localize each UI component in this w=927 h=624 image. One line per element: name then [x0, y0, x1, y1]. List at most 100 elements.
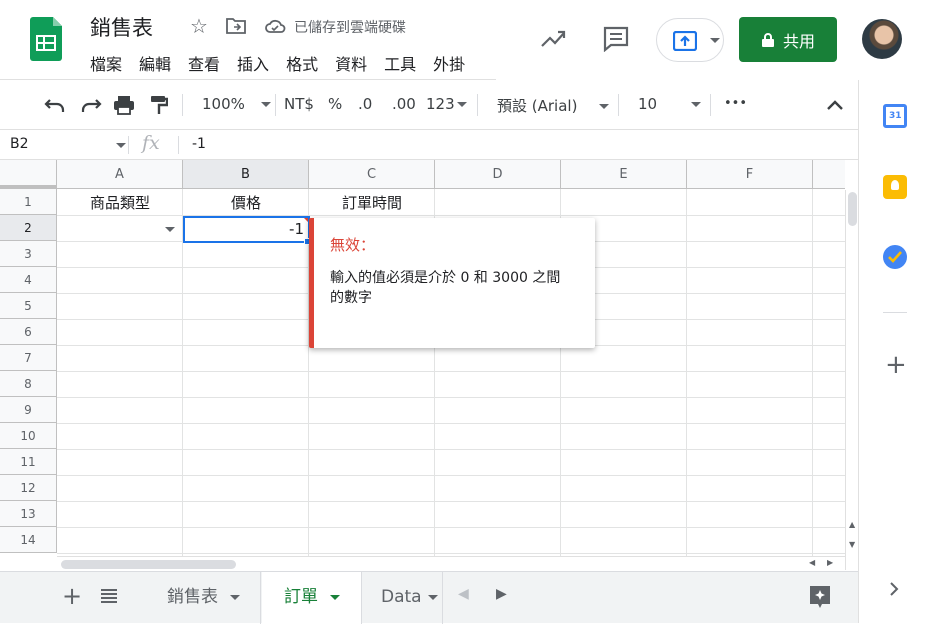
row-header[interactable]: 3: [0, 241, 57, 267]
row-header[interactable]: 5: [0, 293, 57, 319]
row-header[interactable]: 10: [0, 423, 57, 449]
scroll-right-arrow-icon[interactable]: ▶: [827, 558, 833, 567]
cell-a1[interactable]: 商品類型: [57, 190, 183, 216]
move-folder-icon[interactable]: [226, 16, 246, 34]
comment-icon[interactable]: [602, 26, 630, 52]
sheet-tab-label: 銷售表: [167, 587, 218, 607]
expand-panel-chevron-icon[interactable]: [889, 582, 899, 596]
fx-icon: fx: [142, 132, 160, 154]
chevron-down-icon[interactable]: [230, 594, 240, 600]
menu-edit[interactable]: 編輯: [139, 51, 171, 75]
sheet-tab[interactable]: Data: [363, 572, 443, 624]
cloud-saved-icon[interactable]: [264, 17, 286, 35]
formula-bar: B2 fx -1: [0, 130, 858, 160]
row-header[interactable]: 13: [0, 501, 57, 527]
document-title[interactable]: 銷售表: [90, 12, 153, 42]
row-header[interactable]: 1: [0, 189, 57, 215]
row-header[interactable]: 2: [0, 215, 57, 241]
name-box[interactable]: B2: [10, 136, 29, 152]
row-header[interactable]: 11: [0, 449, 57, 475]
add-sheet-icon[interactable]: +: [62, 582, 82, 610]
scroll-left-arrow-icon[interactable]: ◀: [809, 558, 815, 567]
scroll-up-arrow-icon[interactable]: ▲: [849, 520, 855, 529]
percent-format-button[interactable]: %: [328, 95, 342, 113]
share-button[interactable]: 共用: [739, 17, 837, 62]
row-header[interactable]: 8: [0, 371, 57, 397]
paint-format-icon[interactable]: [150, 95, 168, 115]
horizontal-scrollbar[interactable]: ◀ ▶: [57, 556, 845, 571]
toolbar: 100% NT$ % .0 .00 123 預設 (Arial) 10 •••: [0, 80, 858, 130]
menu-view[interactable]: 查看: [188, 51, 220, 75]
side-panel: 31 +: [858, 80, 927, 623]
menu-bar: 檔案 編輯 查看 插入 格式 資料 工具 外掛: [90, 51, 482, 75]
scrollbar-thumb[interactable]: [848, 192, 857, 226]
avatar[interactable]: [862, 19, 902, 59]
dropdown-chevron-icon[interactable]: [165, 227, 175, 232]
calendar-icon[interactable]: 31: [883, 104, 907, 128]
chevron-down-icon[interactable]: [330, 594, 340, 600]
currency-format-button[interactable]: NT$: [284, 95, 314, 113]
star-icon[interactable]: ☆: [190, 14, 208, 38]
vertical-scrollbar[interactable]: ▲ ▼: [845, 190, 858, 570]
decrease-decimal-button[interactable]: .0: [358, 95, 372, 113]
increase-decimal-button[interactable]: .00: [392, 95, 416, 113]
scrollbar-thumb[interactable]: [61, 560, 236, 569]
chevron-down-icon[interactable]: [427, 594, 438, 600]
font-select[interactable]: 預設 (Arial): [497, 95, 610, 116]
menu-data[interactable]: 資料: [335, 51, 367, 75]
app-header: 銷售表 ☆ 已儲存到雲端硬碟 檔案 編輯 查看 插入 格式 資料 工具 外掛 共…: [0, 0, 927, 80]
row-header[interactable]: 14: [0, 527, 57, 553]
scroll-tabs-right-icon[interactable]: ▶: [496, 586, 507, 602]
column-header-c[interactable]: C: [309, 160, 435, 189]
scroll-tabs-left-icon[interactable]: ◀: [458, 586, 469, 602]
present-button[interactable]: [656, 18, 724, 62]
menu-insert[interactable]: 插入: [237, 51, 269, 75]
column-header-a[interactable]: A: [57, 160, 183, 189]
sheets-logo-icon[interactable]: [30, 17, 62, 61]
undo-icon[interactable]: [44, 96, 66, 114]
font-size-select[interactable]: 10: [638, 95, 702, 113]
row-header[interactable]: 12: [0, 475, 57, 501]
row-header[interactable]: 4: [0, 267, 57, 293]
chevron-down-icon: [456, 102, 467, 107]
menu-addons[interactable]: 外掛: [433, 51, 465, 75]
menu-file[interactable]: 檔案: [90, 51, 122, 75]
toolbar-divider: [710, 94, 711, 116]
sheet-tab-active[interactable]: 訂單: [262, 572, 362, 624]
number-format-select[interactable]: 123: [426, 95, 467, 113]
explore-icon[interactable]: [808, 584, 832, 610]
column-header-d[interactable]: D: [435, 160, 561, 189]
cell-b1[interactable]: 價格: [183, 190, 309, 216]
redo-icon[interactable]: [80, 96, 102, 114]
keep-icon[interactable]: [883, 175, 907, 199]
gridline: [57, 475, 845, 476]
menu-format[interactable]: 格式: [286, 51, 318, 75]
activity-trend-icon[interactable]: [540, 28, 566, 50]
tasks-icon[interactable]: [883, 245, 907, 269]
column-header-f[interactable]: F: [687, 160, 813, 189]
row-header[interactable]: 6: [0, 319, 57, 345]
scroll-down-arrow-icon[interactable]: ▼: [849, 540, 855, 549]
collapse-chevron-up-icon[interactable]: [826, 99, 844, 111]
formula-input[interactable]: -1: [192, 136, 206, 152]
cell-c1[interactable]: 訂單時間: [309, 190, 435, 216]
gridline: [57, 527, 845, 528]
row-header[interactable]: 9: [0, 397, 57, 423]
sheet-tab[interactable]: 銷售表: [145, 572, 261, 624]
column-header-g[interactable]: [813, 160, 845, 189]
column-header-e[interactable]: E: [561, 160, 687, 189]
add-addon-icon[interactable]: +: [885, 350, 907, 380]
chevron-down-icon[interactable]: [116, 143, 126, 148]
number-format-label: 123: [426, 95, 455, 113]
cell-a2[interactable]: [57, 216, 183, 242]
row-header[interactable]: 7: [0, 345, 57, 371]
print-icon[interactable]: [113, 95, 135, 115]
more-options-button[interactable]: •••: [724, 96, 747, 111]
present-dropdown-icon[interactable]: [710, 38, 720, 43]
sheet-tab-bar: + 銷售表 訂單 Data ◀ ▶: [0, 571, 858, 624]
lock-icon: [761, 32, 774, 47]
column-header-b[interactable]: B: [183, 160, 309, 189]
zoom-select[interactable]: 100%: [202, 95, 271, 113]
menu-tools[interactable]: 工具: [384, 51, 416, 75]
all-sheets-menu-icon[interactable]: [101, 589, 117, 603]
